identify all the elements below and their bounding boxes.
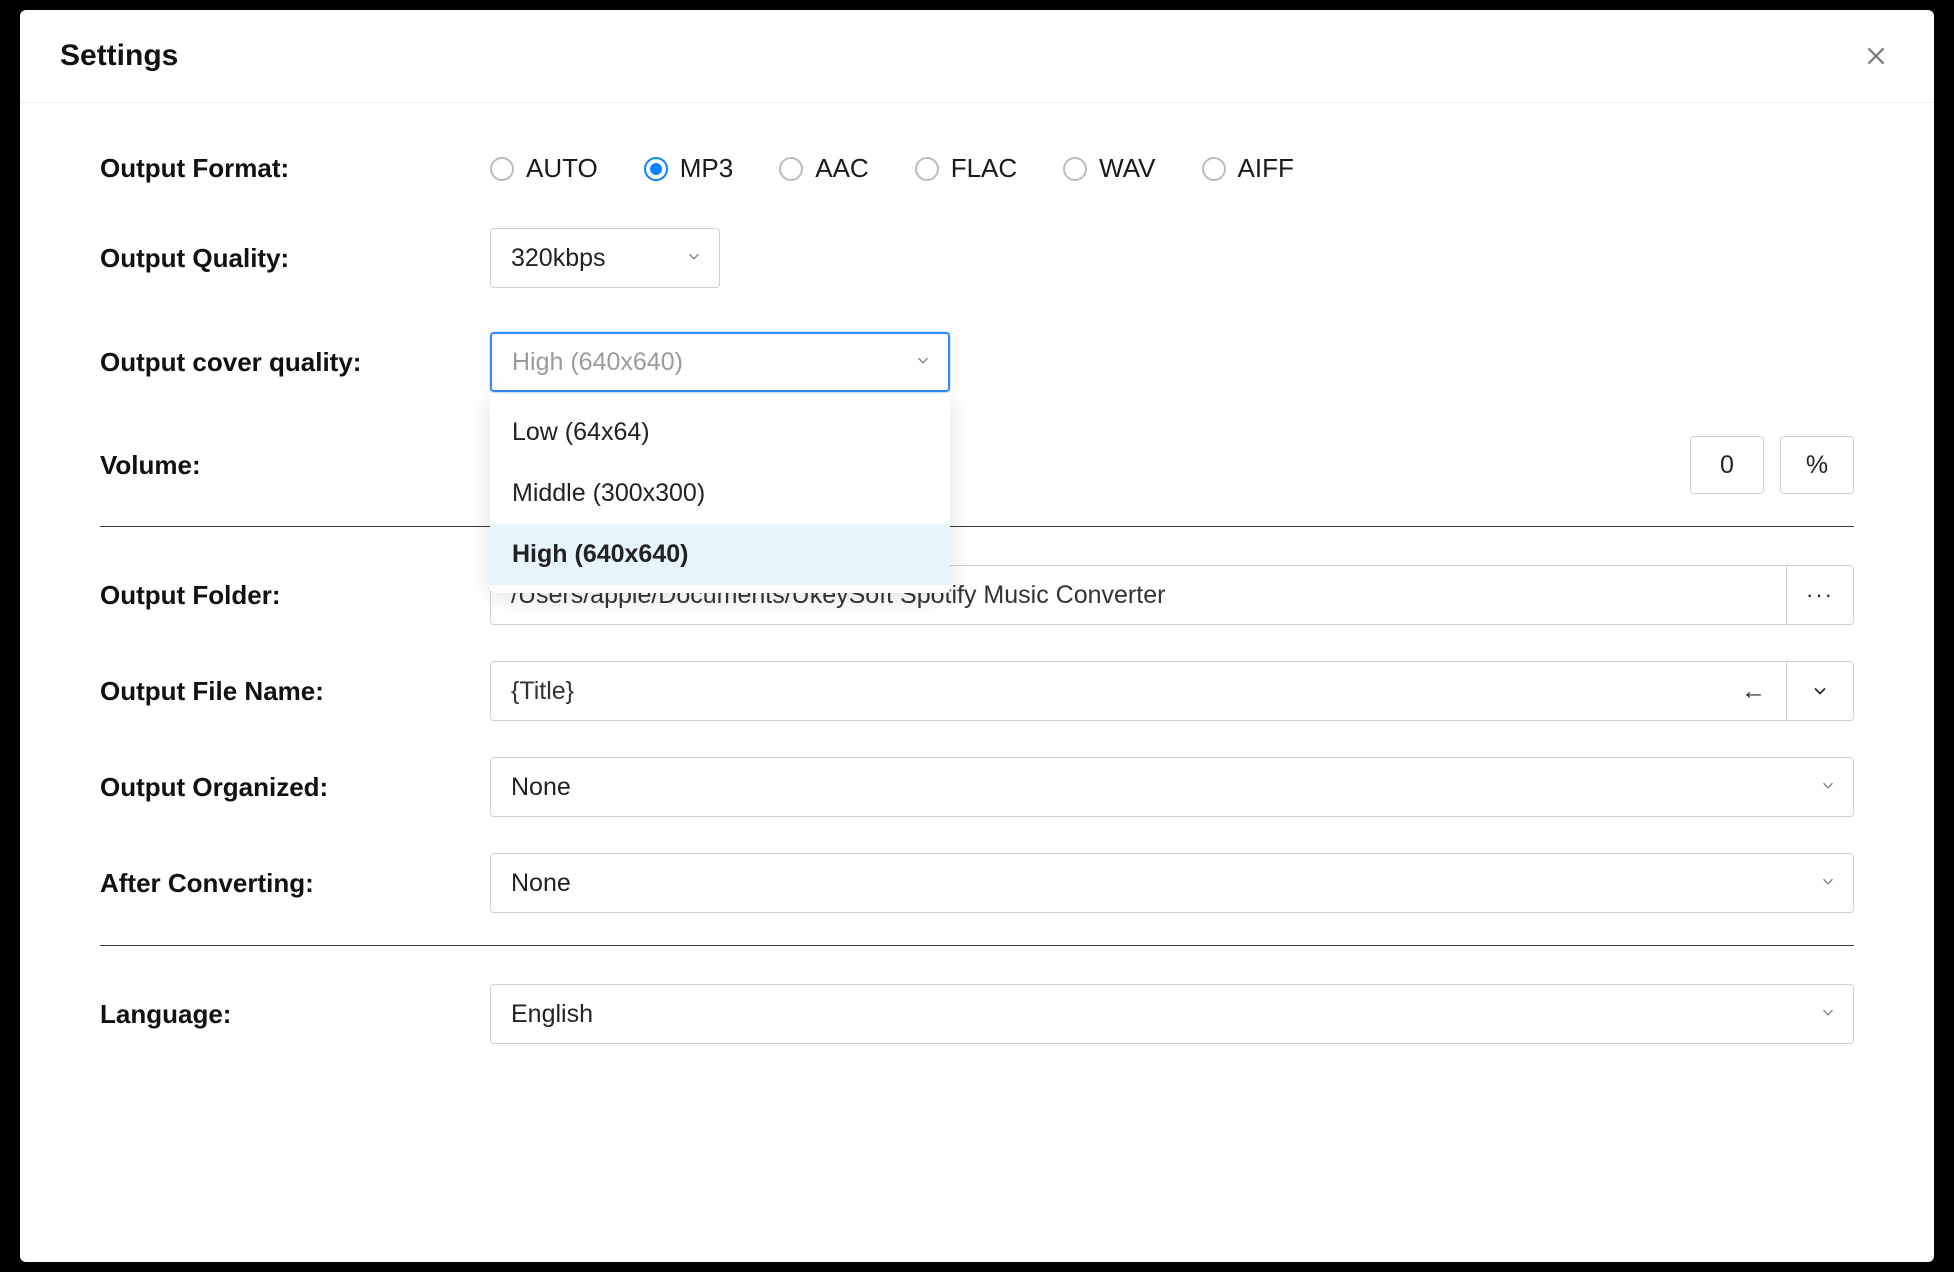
cover-quality-dropdown: Low (64x64) Middle (300x300) High (640x6… <box>490 394 950 593</box>
output-cover-quality-control: High (640x640) Low (64x64) Middle (300x3… <box>490 332 1854 392</box>
row-output-format: Output Format: AUTO MP3 AAC <box>100 153 1854 184</box>
row-output-quality: Output Quality: 320kbps <box>100 228 1854 288</box>
volume-unit: % <box>1806 451 1828 480</box>
browse-folder-button[interactable]: ··· <box>1786 565 1854 625</box>
volume-readout: 0 % <box>1690 436 1854 494</box>
arrow-left-icon: ← <box>1741 677 1766 706</box>
section-divider <box>100 526 1854 527</box>
volume-value-suffix: 0 <box>1720 451 1734 480</box>
modal-body: Output Format: AUTO MP3 AAC <box>20 103 1934 1084</box>
radio-wav[interactable]: WAV <box>1063 153 1155 184</box>
output-file-name-input[interactable]: {Title} ← <box>490 661 1786 721</box>
close-button[interactable] <box>1858 38 1894 74</box>
row-volume: Volume: 0 % <box>100 436 1854 494</box>
label-language: Language: <box>100 999 490 1030</box>
radio-label: MP3 <box>680 153 733 184</box>
chevron-down-icon <box>1819 869 1837 898</box>
radio-circle-icon <box>644 157 668 181</box>
row-output-cover-quality: Output cover quality: High (640x640) Low… <box>100 332 1854 392</box>
radio-label: AAC <box>815 153 868 184</box>
output-format-control: AUTO MP3 AAC FLAC <box>490 153 1854 184</box>
ellipsis-icon: ··· <box>1806 582 1834 608</box>
file-name-dropdown-button[interactable] <box>1786 661 1854 721</box>
row-language: Language: English <box>100 984 1854 1044</box>
settings-modal: Settings Output Format: AUTO MP3 <box>20 10 1934 1262</box>
label-after-converting: After Converting: <box>100 868 490 899</box>
row-output-organized: Output Organized: None <box>100 757 1854 817</box>
label-volume: Volume: <box>100 450 490 481</box>
chevron-down-icon <box>1810 681 1830 701</box>
radio-label: WAV <box>1099 153 1155 184</box>
radio-flac[interactable]: FLAC <box>915 153 1017 184</box>
radio-circle-icon <box>915 157 939 181</box>
label-output-cover-quality: Output cover quality: <box>100 347 490 378</box>
row-after-converting: After Converting: None <box>100 853 1854 913</box>
label-output-format: Output Format: <box>100 153 490 184</box>
label-output-folder: Output Folder: <box>100 580 490 611</box>
chevron-down-icon <box>1819 773 1837 802</box>
output-organized-select[interactable]: None <box>490 757 1854 817</box>
output-file-name-value: {Title} <box>511 677 574 706</box>
output-quality-control: 320kbps <box>490 228 1854 288</box>
radio-circle-icon <box>1063 157 1087 181</box>
label-output-file-name: Output File Name: <box>100 676 490 707</box>
language-value: English <box>511 1000 593 1029</box>
language-select[interactable]: English <box>490 984 1854 1044</box>
chevron-down-icon <box>1819 1000 1837 1029</box>
chevron-down-icon <box>914 348 932 377</box>
close-icon <box>1863 43 1889 69</box>
cover-option-high[interactable]: High (640x640) <box>490 524 950 585</box>
radio-aiff[interactable]: AIFF <box>1202 153 1294 184</box>
output-file-name-control: {Title} ← <box>490 661 1854 721</box>
output-cover-quality-select[interactable]: High (640x640) <box>490 332 950 392</box>
label-output-organized: Output Organized: <box>100 772 490 803</box>
language-control: English <box>490 984 1854 1044</box>
output-organized-control: None <box>490 757 1854 817</box>
radio-label: FLAC <box>951 153 1017 184</box>
after-converting-select[interactable]: None <box>490 853 1854 913</box>
row-output-file-name: Output File Name: {Title} ← <box>100 661 1854 721</box>
after-converting-control: None <box>490 853 1854 913</box>
chevron-down-icon <box>685 244 703 273</box>
cover-option-middle[interactable]: Middle (300x300) <box>490 463 950 524</box>
radio-mp3[interactable]: MP3 <box>644 153 733 184</box>
modal-header: Settings <box>20 10 1934 103</box>
radio-circle-icon <box>490 157 514 181</box>
output-format-radio-group: AUTO MP3 AAC FLAC <box>490 153 1294 184</box>
radio-auto[interactable]: AUTO <box>490 153 598 184</box>
modal-title: Settings <box>60 39 178 73</box>
radio-circle-icon <box>779 157 803 181</box>
radio-circle-icon <box>1202 157 1226 181</box>
radio-label: AUTO <box>526 153 598 184</box>
output-cover-quality-placeholder: High (640x640) <box>512 348 683 377</box>
volume-unit-box: % <box>1780 436 1854 494</box>
section-divider <box>100 945 1854 946</box>
cover-option-low[interactable]: Low (64x64) <box>490 402 950 463</box>
after-converting-value: None <box>511 869 571 898</box>
output-file-name-field-group: {Title} ← <box>490 661 1854 721</box>
radio-label: AIFF <box>1238 153 1294 184</box>
row-output-folder: Output Folder: /Users/apple/Documents/Uk… <box>100 565 1854 625</box>
radio-aac[interactable]: AAC <box>779 153 868 184</box>
output-quality-value: 320kbps <box>511 244 606 273</box>
label-output-quality: Output Quality: <box>100 243 490 274</box>
volume-value-box[interactable]: 0 <box>1690 436 1764 494</box>
output-quality-select[interactable]: 320kbps <box>490 228 720 288</box>
output-organized-value: None <box>511 773 571 802</box>
